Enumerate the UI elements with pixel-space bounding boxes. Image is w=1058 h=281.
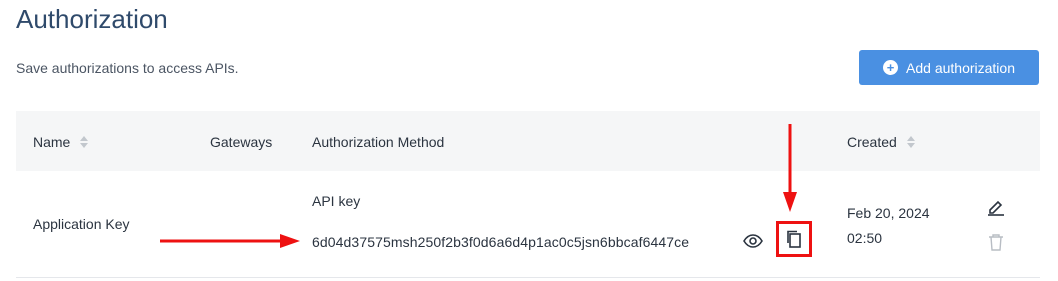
annotation-arrows [160, 124, 797, 248]
copy-highlight-box [776, 221, 812, 257]
